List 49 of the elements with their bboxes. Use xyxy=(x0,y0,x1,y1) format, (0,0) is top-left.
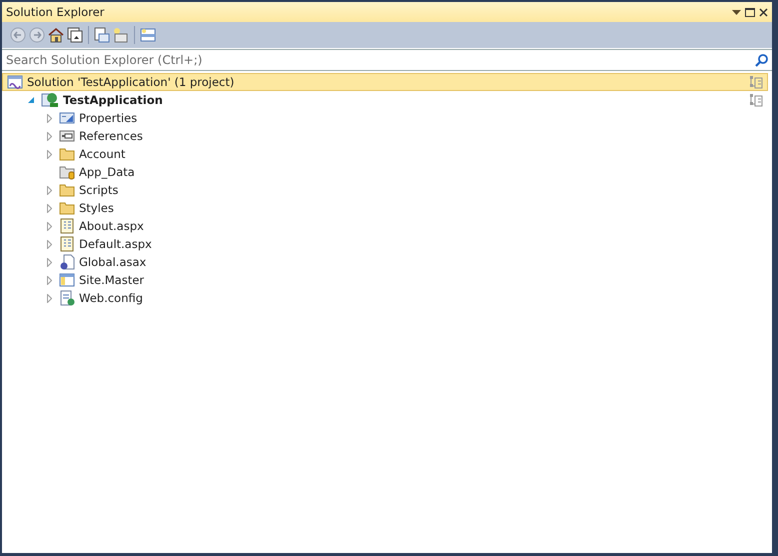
properties-pane-icon[interactable] xyxy=(749,93,763,107)
maximize-icon[interactable] xyxy=(745,8,755,16)
project-icon xyxy=(41,92,59,108)
properties-icon xyxy=(59,110,75,126)
collapsed-arrow-icon[interactable] xyxy=(46,132,52,140)
tree-item[interactable]: Default.aspx xyxy=(2,235,768,253)
home-icon[interactable] xyxy=(48,27,64,43)
folder-icon xyxy=(59,146,75,162)
panel-title: Solution Explorer xyxy=(6,5,106,19)
tree-item[interactable]: Site.Master xyxy=(2,271,768,289)
tree-item[interactable]: TestApplication xyxy=(2,91,768,109)
tree-item[interactable]: Solution 'TestApplication' (1 project) xyxy=(2,73,768,91)
properties-pane-icon[interactable] xyxy=(749,75,763,89)
tree-item[interactable]: Web.config xyxy=(2,289,768,307)
expanded-arrow-icon[interactable] xyxy=(28,97,34,103)
collapsed-arrow-icon[interactable] xyxy=(46,186,52,194)
master-page-icon xyxy=(59,272,75,288)
collapsed-arrow-icon[interactable] xyxy=(46,258,52,266)
tree-item[interactable]: Styles xyxy=(2,199,768,217)
search-icon[interactable] xyxy=(755,54,768,66)
collapsed-arrow-icon[interactable] xyxy=(46,150,52,158)
collapsed-arrow-icon[interactable] xyxy=(46,222,52,230)
tree-item[interactable]: Account xyxy=(2,145,768,163)
config-file-icon xyxy=(59,290,75,306)
collapsed-arrow-icon[interactable] xyxy=(46,276,52,284)
folder-icon xyxy=(59,200,75,216)
collapsed-arrow-icon[interactable] xyxy=(46,204,52,212)
folder-icon[interactable] xyxy=(113,27,129,43)
tree-item[interactable]: Properties xyxy=(2,109,768,127)
collapsed-arrow-icon[interactable] xyxy=(46,240,52,248)
tree-item[interactable]: Global.asax xyxy=(2,253,768,271)
tree-item[interactable]: About.aspx xyxy=(2,217,768,235)
page-icon xyxy=(59,236,75,252)
collapsed-arrow-icon[interactable] xyxy=(46,294,52,302)
back-icon[interactable] xyxy=(10,27,26,43)
page-icon xyxy=(59,218,75,234)
tree-item[interactable]: App_Data xyxy=(2,163,768,181)
references-icon xyxy=(59,128,75,144)
tree-item[interactable]: Scripts xyxy=(2,181,768,199)
dropdown-icon[interactable] xyxy=(732,10,741,14)
tree-item[interactable]: References xyxy=(2,127,768,145)
folder-icon xyxy=(59,182,75,198)
close-icon[interactable] xyxy=(759,8,768,16)
data-folder-icon xyxy=(59,164,75,180)
collapse-all-icon[interactable] xyxy=(67,27,83,43)
properties-icon[interactable] xyxy=(94,27,110,43)
view-icon[interactable] xyxy=(140,27,156,43)
collapsed-arrow-icon[interactable] xyxy=(46,114,52,122)
solution-icon xyxy=(7,74,23,90)
